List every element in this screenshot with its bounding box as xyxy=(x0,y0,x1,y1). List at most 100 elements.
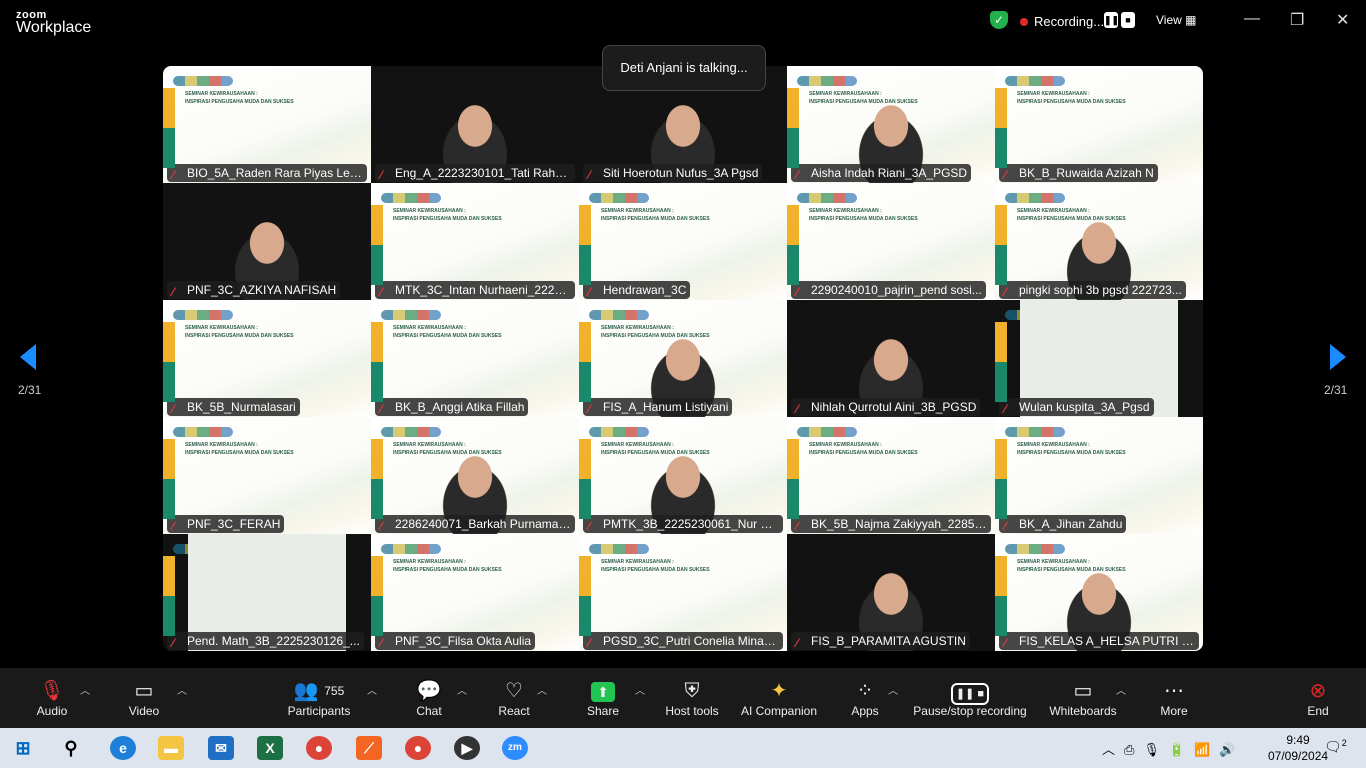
participant-tile[interactable]: SEMINAR KEWIRAUSAHAAN :INSPIRASI PENGUSA… xyxy=(995,183,1203,300)
edge-icon[interactable]: e xyxy=(110,736,136,760)
react-button[interactable]: ♡ React xyxy=(494,678,534,718)
end-button[interactable]: ⊗ End xyxy=(1298,678,1338,718)
whiteboards-button[interactable]: ▭ Whiteboards xyxy=(1047,678,1119,718)
participant-name-text: PNF_3C_AZKIYA NAFISAH xyxy=(187,283,337,297)
clock-date: 07/09/2024 xyxy=(1268,749,1329,763)
participant-name-text: PMTK_3B_2225230061_Nur Fit... xyxy=(603,517,783,531)
participant-name: ⁄ BK_A_Jihan Zahdu xyxy=(999,515,1127,533)
video-camera-icon: ▭ xyxy=(134,680,154,702)
mic-muted-icon: ⁄ xyxy=(1004,168,1007,182)
participant-name-text: Wulan kuspita_3A_Pgsd xyxy=(1019,400,1150,414)
chat-button[interactable]: 💬 Chat xyxy=(410,678,448,718)
mic-muted-icon: ⁄ xyxy=(380,285,383,299)
participants-button[interactable]: 👥 755 Participants xyxy=(286,678,352,718)
participant-tile[interactable]: SEMINAR KEWIRAUSAHAAN :INSPIRASI PENGUSA… xyxy=(371,300,579,417)
file-explorer-icon[interactable]: ▬ xyxy=(158,736,184,760)
participant-tile[interactable]: SEMINAR KEWIRAUSAHAAN :INSPIRASI PENGUSA… xyxy=(995,66,1203,183)
windows-taskbar: ⊞ ⚲ e ▬ ✉ X ● ⟋ ● ▶ zm ︿⎙🎙🔋📶🔊 9:49 07/09/… xyxy=(0,728,1366,768)
view-button[interactable]: View ▦ xyxy=(1156,13,1196,27)
participant-tile[interactable]: SEMINAR KEWIRAUSAHAAN :INSPIRASI PENGUSA… xyxy=(163,300,371,417)
participant-tile[interactable]: SEMINAR KEWIRAUSAHAAN :INSPIRASI PENGUSA… xyxy=(579,300,787,417)
participant-name-text: pingki sophi 3b pgsd 222723... xyxy=(1019,283,1182,297)
more-button[interactable]: ⋯ More xyxy=(1154,678,1194,718)
video-options-caret[interactable]: ︿ xyxy=(177,682,187,697)
participant-tile[interactable]: SEMINAR KEWIRAUSAHAAN :INSPIRASI PENGUSA… xyxy=(163,417,371,534)
participant-name: ⁄ FIS_A_Hanum Listiyani xyxy=(583,398,733,416)
mic-muted-icon: ⁄ xyxy=(172,168,175,182)
slide-text: SEMINAR KEWIRAUSAHAAN : INSPIRASI PENGUSA… xyxy=(393,207,502,223)
minimize-icon[interactable]: — xyxy=(1244,10,1260,28)
participant-tile[interactable]: SEMINAR KEWIRAUSAHAAN :INSPIRASI PENGUSA… xyxy=(371,183,579,300)
chat-options-caret[interactable]: ︿ xyxy=(457,682,467,697)
windows-start-icon[interactable]: ⊞ xyxy=(10,736,36,760)
close-icon[interactable]: ✕ xyxy=(1336,10,1349,30)
participant-tile[interactable]: ⁄ Wulan kuspita_3A_Pgsd xyxy=(995,300,1203,417)
pause-stop-recording-button[interactable]: ❚❚ ■ Pause/stop recording xyxy=(910,678,1030,718)
pause-recording-label: Pause/stop recording xyxy=(913,704,1027,718)
chrome-profile-icon[interactable]: ● xyxy=(405,736,431,760)
audio-options-caret[interactable]: ︿ xyxy=(80,682,90,697)
next-page-icon[interactable] xyxy=(1330,344,1346,370)
audio-button[interactable]: 🎙 Audio xyxy=(32,678,72,718)
participant-tile[interactable]: SEMINAR KEWIRAUSAHAAN :INSPIRASI PENGUSA… xyxy=(371,534,579,651)
participant-tile[interactable]: SEMINAR KEWIRAUSAHAAN :INSPIRASI PENGUSA… xyxy=(579,534,787,651)
participant-tile[interactable]: ⁄ Eng_A_2223230101_Tati Rahm... xyxy=(371,66,579,183)
apps-button[interactable]: ⁘ Apps xyxy=(845,678,885,718)
participant-tile[interactable]: SEMINAR KEWIRAUSAHAAN :INSPIRASI PENGUSA… xyxy=(163,66,371,183)
participant-name: ⁄ 2286240071_Barkah Purnama_... xyxy=(375,515,575,533)
excel-icon[interactable]: X xyxy=(257,736,283,760)
slide-subtitle: INSPIRASI PENGUSAHA MUDA DAN SUKSES xyxy=(809,216,918,222)
participant-tile[interactable]: SEMINAR KEWIRAUSAHAAN :INSPIRASI PENGUSA… xyxy=(787,66,995,183)
participant-tile[interactable]: SEMINAR KEWIRAUSAHAAN :INSPIRASI PENGUSA… xyxy=(995,534,1203,651)
search-icon[interactable]: ⚲ xyxy=(58,736,84,760)
apps-options-caret[interactable]: ︿ xyxy=(888,682,898,697)
participant-name-text: Hendrawan_3C xyxy=(603,283,687,297)
participant-name: ⁄ PMTK_3B_2225230061_Nur Fit... xyxy=(583,515,783,533)
participant-tile[interactable]: SEMINAR KEWIRAUSAHAAN :INSPIRASI PENGUSA… xyxy=(579,417,787,534)
chrome-icon[interactable]: ● xyxy=(306,736,332,760)
share-options-caret[interactable]: ︿ xyxy=(635,682,645,697)
share-screen-icon: ⬆ xyxy=(583,678,623,704)
participant-tile[interactable]: ⁄ FIS_B_PARAMITA AGUSTIN xyxy=(787,534,995,651)
participant-name: ⁄ Siti Hoerotun Nufus_3A Pgsd xyxy=(583,164,763,182)
mic-muted-icon: ⁄ xyxy=(172,285,175,299)
app-icon[interactable]: ⟋ xyxy=(356,736,382,760)
host-tools-button[interactable]: ⛨ Host tools xyxy=(662,678,722,718)
slide-subtitle: INSPIRASI PENGUSAHA MUDA DAN SUKSES xyxy=(393,333,502,339)
notifications-icon[interactable]: 🗨2 xyxy=(1324,738,1347,756)
notifications-count: 2 xyxy=(1341,738,1347,748)
ai-companion-button[interactable]: ✦ AI Companion xyxy=(738,678,820,718)
participant-name-text: Pend. Math_3B_2225230126_... xyxy=(187,634,360,648)
participant-name-text: MTK_3C_Intan Nurhaeni_2225... xyxy=(395,283,572,297)
participant-name: ⁄ BK_5B_Nurmalasari xyxy=(167,398,300,416)
zoom-taskbar-icon[interactable]: zm xyxy=(502,736,528,760)
mic-muted-icon: ⁄ xyxy=(796,285,799,299)
react-options-caret[interactable]: ︿ xyxy=(537,682,547,697)
participant-tile[interactable]: SEMINAR KEWIRAUSAHAAN :INSPIRASI PENGUSA… xyxy=(995,417,1203,534)
encryption-shield-icon[interactable]: ✓ xyxy=(990,11,1008,29)
media-player-icon[interactable]: ▶ xyxy=(454,736,480,760)
participant-tile[interactable]: SEMINAR KEWIRAUSAHAAN :INSPIRASI PENGUSA… xyxy=(787,183,995,300)
mic-muted-icon: ⁄ xyxy=(588,636,591,650)
stop-recording-icon[interactable]: ■ xyxy=(1121,12,1135,28)
restore-icon[interactable]: ❐ xyxy=(1290,10,1304,30)
participant-tile[interactable]: SEMINAR KEWIRAUSAHAAN :INSPIRASI PENGUSA… xyxy=(371,417,579,534)
participant-tile[interactable]: ⁄ Pend. Math_3B_2225230126_... xyxy=(163,534,371,651)
taskbar-clock[interactable]: 9:49 07/09/2024 xyxy=(1268,732,1328,764)
participant-tile[interactable]: SEMINAR KEWIRAUSAHAAN :INSPIRASI PENGUSA… xyxy=(579,183,787,300)
participant-tile[interactable]: ⁄ PNF_3C_AZKIYA NAFISAH xyxy=(163,183,371,300)
mail-icon[interactable]: ✉ xyxy=(208,736,234,760)
pause-recording-icon[interactable]: ❚❚ xyxy=(1104,12,1119,28)
previous-page-icon[interactable] xyxy=(20,344,36,370)
participants-options-caret[interactable]: ︿ xyxy=(367,682,377,697)
participant-tile[interactable]: SEMINAR KEWIRAUSAHAAN :INSPIRASI PENGUSA… xyxy=(787,417,995,534)
share-label: Share xyxy=(586,704,620,718)
slide-title: SEMINAR KEWIRAUSAHAAN : xyxy=(1017,442,1090,448)
video-button[interactable]: ▭ Video xyxy=(124,678,164,718)
mic-muted-icon: ⁄ xyxy=(588,168,591,182)
whiteboards-options-caret[interactable]: ︿ xyxy=(1116,682,1126,697)
share-button[interactable]: ⬆ Share xyxy=(583,678,623,718)
mic-muted-icon: ⁄ xyxy=(380,519,383,533)
system-tray-icons[interactable]: ︿⎙🎙🔋📶🔊 xyxy=(1102,739,1244,758)
participant-tile[interactable]: ⁄ Nihlah Qurrotul Aini_3B_PGSD xyxy=(787,300,995,417)
